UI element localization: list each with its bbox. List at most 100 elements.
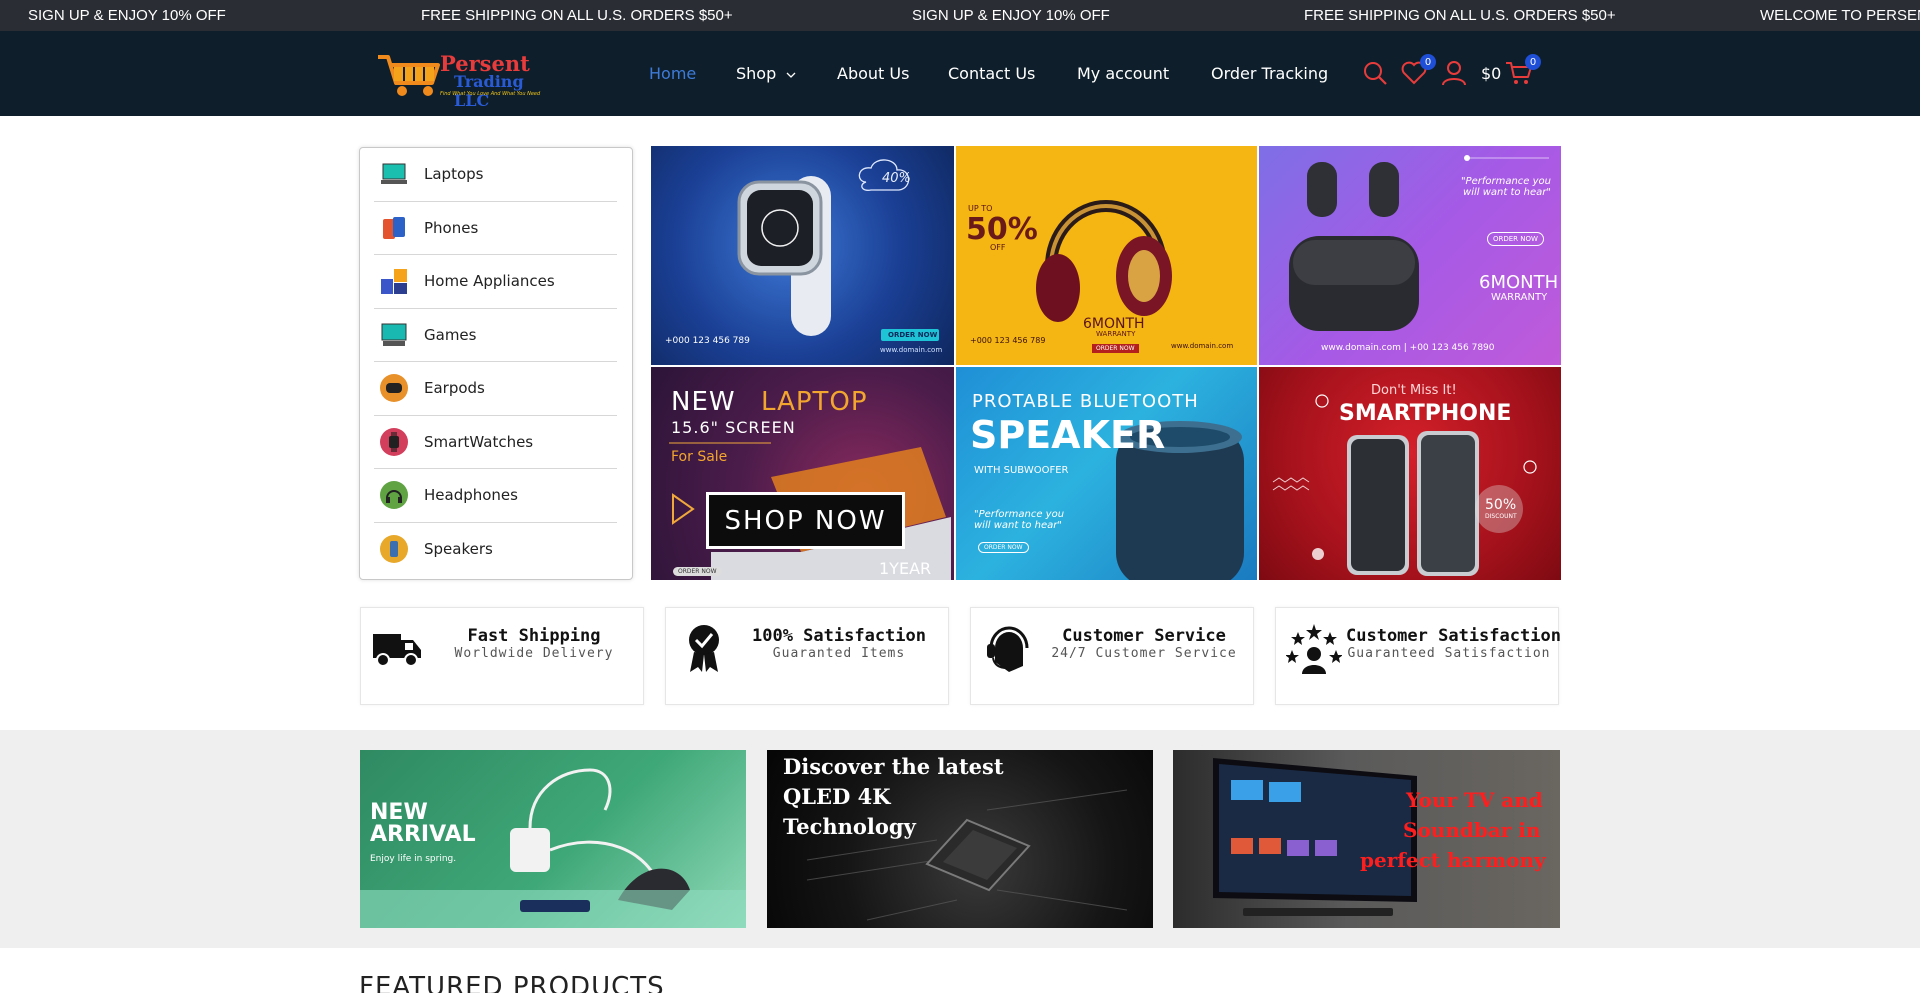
truck-icon [373,634,421,667]
category-item-smartwatches[interactable]: SmartWatches [374,416,617,469]
feature-customer-service: Customer Service 24/7 Customer Service [970,607,1254,705]
smartphone-banner[interactable]: Don't Miss It! SMARTPHONE 50% DISCOUNT [1259,367,1561,580]
smartphone-discount: 50% [1485,497,1517,513]
headphones-warranty: WARRANTY [1096,330,1136,338]
speaker-banner[interactable]: PROTABLE BLUETOOTH SPEAKER WITH SUBWOOFE… [956,367,1257,580]
promo-qled-line1: Discover the latest [783,754,1004,779]
earpods-warranty: WARRANTY [1491,292,1548,303]
earpods-order-now: ORDER NOW [1487,232,1544,246]
chevron-down-icon [786,72,796,78]
wishlist-button[interactable]: 0 [1400,54,1436,87]
earpods-month: 6MONTH [1479,272,1559,293]
feature-subtitle: 24/7 Customer Service [1051,646,1237,661]
announcement-text: WELCOME TO PERSENT T [1760,7,1920,24]
nav-contact[interactable]: Contact Us [948,64,1035,83]
watch-banner[interactable]: 40% ORDER NOW +000 123 456 789 www.domai… [651,146,954,365]
feature-subtitle: Worldwide Delivery [454,646,614,661]
category-menu: Laptops Phones Home Appliances Games Ear… [359,147,633,580]
promo-new-arrival[interactable]: NEW ARRIVAL Enjoy life in spring. [360,750,746,928]
announcement-text: FREE SHIPPING ON ALL U.S. ORDERS $50+ [1304,7,1616,24]
search-button[interactable] [1361,59,1389,87]
promo-qled-line2: QLED 4K [783,784,891,809]
category-label: Games [424,325,477,344]
speaker-title-main: SPEAKER [970,413,1166,457]
nav-my-account[interactable]: My account [1077,64,1169,83]
promo-tv-line3: perfect harmony [1360,848,1546,872]
featured-products-heading: FEATURED PRODUCTS [359,972,665,993]
feature-title: Customer Satisfaction [1346,626,1561,646]
category-label: Home Appliances [424,272,555,291]
announcement-text: SIGN UP & ENJOY 10% OFF [28,7,226,24]
watch-phone: +000 123 456 789 [665,336,750,346]
feature-satisfaction: 100% Satisfaction Guaranted Items [665,607,949,705]
laptop-order-now: ORDER NOW [673,567,722,576]
nav-shop[interactable]: Shop [736,64,797,83]
smartphone-title: SMARTPHONE [1339,401,1512,426]
site-header: Persent Trading LLC Find What You Love A… [0,31,1920,116]
speaker-icon [380,535,408,564]
brand-tagline: Find What You Love And What You Need [440,91,541,97]
cart-button[interactable]: 0 [1505,54,1541,87]
user-icon [1442,61,1466,86]
nav-shop-label: Shop [736,64,777,83]
speaker-title-top: PROTABLE BLUETOOTH [972,391,1199,412]
headphones-site: www.domain.com [1171,342,1234,350]
promo-arrival-line2: ARRIVAL [370,822,476,847]
phone-icon [380,214,408,242]
category-item-home-appliances[interactable]: Home Appliances [374,255,617,309]
laptop-year: 1YEAR [879,559,932,578]
category-item-laptops[interactable]: Laptops [374,148,617,202]
category-label: Earpods [424,379,485,398]
earpods-banner[interactable]: "Performance you will want to hear" ORDE… [1259,146,1561,365]
headphones-order-now: ORDER NOW [1092,344,1139,353]
headphones-phone: +000 123 456 789 [970,336,1046,345]
feature-title: Fast Shipping [467,626,601,646]
promo-qled-line3: Technology [783,814,916,839]
feature-subtitle: Guaranted Items [772,646,906,661]
badge-icon [689,625,719,672]
category-item-speakers[interactable]: Speakers [374,523,617,577]
speaker-subwoofer: WITH SUBWOOFER [974,465,1069,476]
promo-tv-soundbar[interactable]: Your TV and Soundbar in perfect harmony [1173,750,1560,928]
nav-order-tracking[interactable]: Order Tracking [1211,64,1328,83]
promo-tv-line1: Your TV and [1406,788,1543,812]
feature-fast-shipping: Fast Shipping Worldwide Delivery [360,607,644,705]
smartphone-dont-miss: Don't Miss It! [1371,383,1457,398]
watch-order-now: ORDER NOW [888,331,938,339]
category-label: Laptops [424,165,484,184]
feature-subtitle: Guaranteed Satisfaction [1347,646,1551,661]
account-button[interactable] [1440,59,1468,87]
feature-title: Customer Service [1062,626,1226,646]
headphones-off: OFF [990,243,1006,252]
watch-site: www.domain.com [880,346,943,354]
nav-home[interactable]: Home [649,64,696,83]
shop-now-button[interactable]: SHOP NOW [706,492,905,549]
category-item-earpods[interactable]: Earpods [374,362,617,416]
nav-about[interactable]: About Us [837,64,909,83]
category-item-headphones[interactable]: Headphones [374,469,617,523]
gamepad-icon [380,321,408,349]
category-item-games[interactable]: Games [374,309,617,362]
laptop-icon [380,160,408,188]
announcement-text: SIGN UP & ENJOY 10% OFF [912,7,1110,24]
laptop-for-sale: For Sale [671,449,728,465]
speaker-quote: "Performance you will want to hear" [974,509,1065,531]
laptop-screen: 15.6" SCREEN [671,418,796,437]
announcement-bar: SIGN UP & ENJOY 10% OFF FREE SHIPPING ON… [0,0,1920,31]
cart-amount[interactable]: $0 [1481,64,1501,83]
promo-qled[interactable]: Discover the latest QLED 4K Technology [767,750,1153,928]
earpods-quote: "Performance you will want to hear" [1460,176,1551,198]
smartwatch-icon [380,427,408,456]
watch-discount: 40% [882,171,911,186]
laptop-title-new: NEW [671,387,736,417]
headphones-banner[interactable]: UP TO 50% OFF 6MONTH WARRANTY ORDER NOW … [956,146,1257,365]
headphones-icon [380,481,408,510]
site-logo[interactable]: Persent Trading LLC Find What You Love A… [374,49,556,110]
feature-customer-satisfaction: Customer Satisfaction Guaranteed Satisfa… [1275,607,1561,705]
speaker-order-now: ORDER NOW [978,542,1029,553]
stars-user-icon [1286,624,1342,674]
wishlist-count-badge: 0 [1420,54,1436,70]
category-label: Speakers [424,540,493,559]
category-item-phones[interactable]: Phones [374,202,617,255]
smartphone-image [1272,394,1537,576]
